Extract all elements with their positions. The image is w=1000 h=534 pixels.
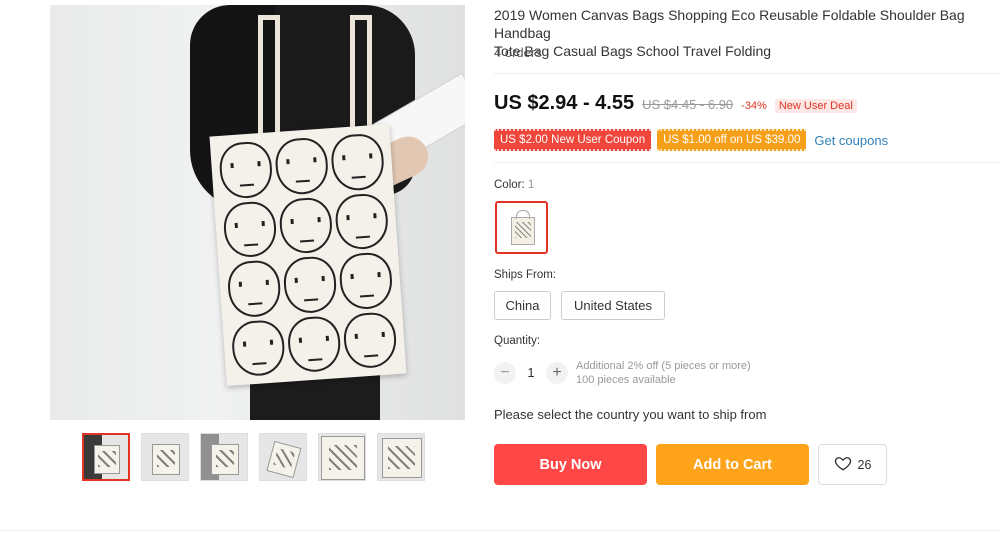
thumbnail-strip <box>82 433 425 481</box>
product-title-line2: Tote Bag Casual Bags School Travel Foldi… <box>494 43 772 59</box>
divider <box>494 162 1000 163</box>
quantity-increase-button[interactable]: + <box>546 362 568 384</box>
quantity-note: Additional 2% off (5 pieces or more) 100… <box>576 359 751 387</box>
quantity-decrease-button[interactable]: − <box>494 362 516 384</box>
color-label: Color: 1 <box>494 179 534 191</box>
ships-from-label: Ships From: <box>494 269 556 281</box>
wishlist-count: 26 <box>857 457 872 472</box>
thumbnail-4[interactable] <box>259 433 307 481</box>
quantity-label: Quantity: <box>494 335 541 347</box>
bag-face-drawing <box>338 251 394 311</box>
bag-face-drawing <box>278 195 334 255</box>
price-row: US $2.94 - 4.55 US $4.45 - 6.90 -34% New… <box>494 92 857 115</box>
stock-available-note: 100 pieces available <box>576 374 676 386</box>
bag-face-drawing <box>273 136 330 196</box>
bulk-discount-note: Additional 2% off (5 pieces or more) <box>576 360 751 372</box>
store-coupon[interactable]: US $1.00 off on US $39.00 <box>657 129 807 151</box>
bag-face-drawing <box>282 255 338 315</box>
thumbnail-5[interactable] <box>318 433 366 481</box>
original-price: US $4.45 - 6.90 <box>642 97 734 112</box>
tote-bag-illustration <box>209 124 407 386</box>
heart-icon <box>834 454 852 475</box>
product-title: 2019 Women Canvas Bags Shopping Eco Reus… <box>494 6 994 60</box>
thumbnail-1[interactable] <box>82 433 130 481</box>
tote-bag-icon <box>511 210 535 245</box>
get-coupons-link[interactable]: Get coupons <box>814 133 888 148</box>
bag-face-drawing <box>222 199 278 259</box>
bag-face-drawing <box>342 310 398 370</box>
new-user-coupon[interactable]: US $2.00 New User Coupon <box>494 129 652 151</box>
bag-face-drawing <box>286 314 343 374</box>
current-price: US $2.94 - 4.55 <box>494 92 635 114</box>
bag-face-drawing <box>333 191 390 251</box>
bag-face-drawing <box>226 259 283 319</box>
add-to-cart-button[interactable]: Add to Cart <box>656 444 809 485</box>
shipping-message: Please select the country you want to sh… <box>494 407 767 422</box>
new-user-deal-badge: New User Deal <box>774 99 857 113</box>
thumbnail-6[interactable] <box>377 433 425 481</box>
bag-face-drawing <box>218 140 274 200</box>
coupon-row: US $2.00 New User Coupon US $1.00 off on… <box>494 129 888 151</box>
quantity-value[interactable]: 1 <box>520 365 542 380</box>
order-count: 4 orders <box>494 45 542 60</box>
divider <box>494 73 1000 74</box>
bag-face-drawing <box>329 132 386 192</box>
product-main-image[interactable] <box>50 5 465 420</box>
thumbnail-2[interactable] <box>141 433 189 481</box>
thumbnail-3[interactable] <box>200 433 248 481</box>
ship-option-china[interactable]: China <box>494 291 551 320</box>
color-label-text: Color: <box>494 179 525 191</box>
color-selected-value: 1 <box>527 179 535 191</box>
wishlist-button[interactable]: 26 <box>818 444 887 485</box>
bag-face-drawing <box>230 318 287 378</box>
color-swatch-1[interactable] <box>495 201 548 254</box>
buy-now-button[interactable]: Buy Now <box>494 444 647 485</box>
ship-option-united-states[interactable]: United States <box>561 291 665 320</box>
section-divider <box>0 530 1000 531</box>
discount-percent: -34% <box>741 100 767 112</box>
product-title-line1: 2019 Women Canvas Bags Shopping Eco Reus… <box>494 7 965 41</box>
